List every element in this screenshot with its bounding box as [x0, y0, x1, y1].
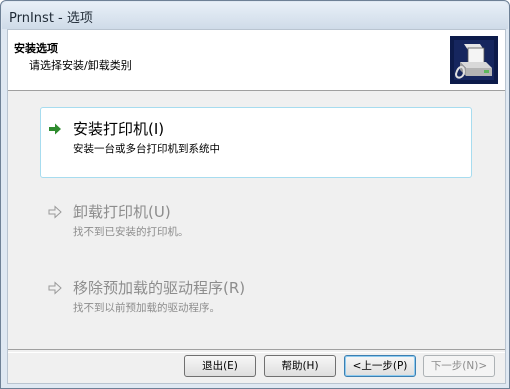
help-button[interactable]: 帮助(H) — [264, 355, 336, 377]
back-button[interactable]: <上一步(P) — [344, 355, 416, 377]
arrow-icon — [48, 205, 62, 219]
dialog-client-area: 安装选项 请选择安装/卸载类别 安装打印机(I) 安装一台或多台打印机到系统中 — [7, 29, 506, 384]
option-description: 找不到以前预加载的驱动程序。 — [73, 302, 220, 314]
option-title: 安装打印机(I) — [73, 120, 165, 138]
option-install-printer[interactable]: 安装打印机(I) 安装一台或多台打印机到系统中 — [40, 107, 472, 178]
green-arrow-icon — [49, 123, 61, 135]
option-description: 找不到已安装的打印机。 — [73, 226, 189, 238]
next-button[interactable]: 下一步(N)> — [423, 355, 495, 377]
arrow-icon — [48, 281, 62, 295]
exit-button[interactable]: 退出(E) — [184, 355, 256, 377]
option-title: 卸载打印机(U) — [73, 203, 171, 221]
option-description: 安装一台或多台打印机到系统中 — [73, 143, 220, 155]
wizard-header: 安装选项 请选择安装/卸载类别 — [8, 30, 505, 91]
option-title: 移除预加载的驱动程序(R) — [73, 279, 246, 297]
footer-divider — [8, 349, 505, 353]
wizard-window: PrnInst - 选项 安装选项 请选择安装/卸载类别 安装打印机(I) 安装… — [0, 0, 510, 389]
header-subtitle: 请选择安装/卸载类别 — [29, 59, 132, 72]
printer-icon — [450, 36, 498, 84]
window-title: PrnInst - 选项 — [9, 11, 93, 26]
option-uninstall-printer[interactable]: 卸载打印机(U) 找不到已安装的打印机。 — [40, 190, 472, 261]
title-bar[interactable]: PrnInst - 选项 — [2, 2, 508, 29]
header-title: 安装选项 — [14, 42, 58, 55]
option-remove-preloaded-drivers[interactable]: 移除预加载的驱动程序(R) 找不到以前预加载的驱动程序。 — [40, 266, 472, 337]
